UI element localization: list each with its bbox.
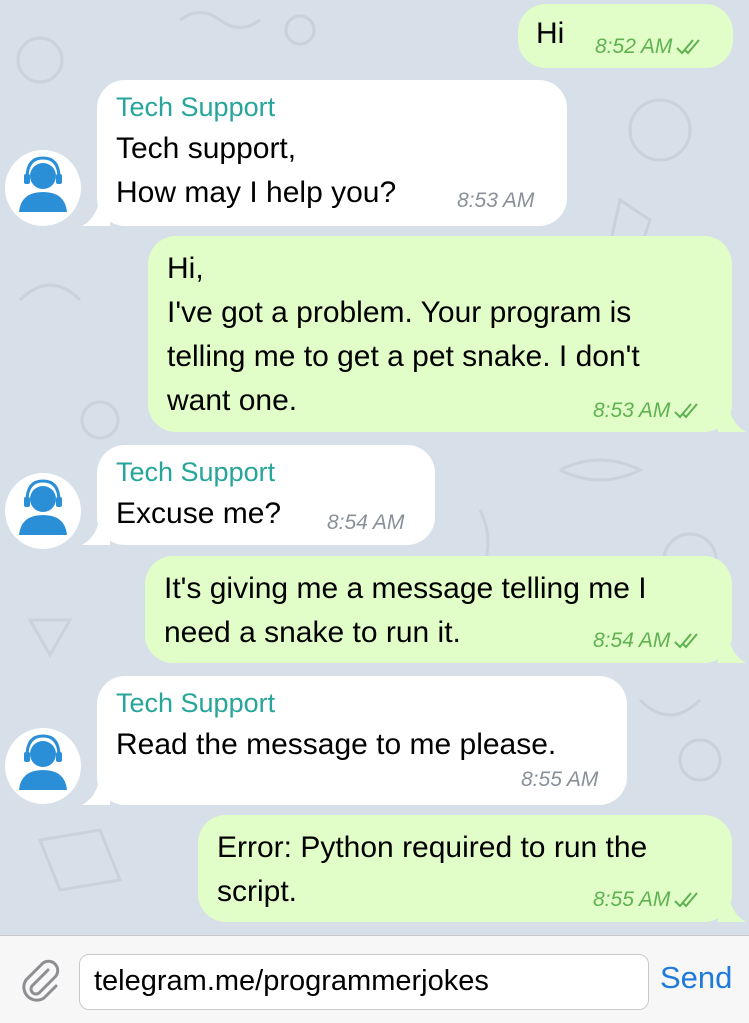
avatar[interactable] <box>5 150 81 226</box>
sender-name: Tech Support <box>116 92 276 122</box>
chat-area: Hi 8:52 AM Tech Support Tech support, Ho… <box>0 0 749 935</box>
message-time: 8:55 AM <box>521 768 599 791</box>
send-button[interactable]: Send <box>660 960 732 996</box>
message-input[interactable]: telegram.me/programmerjokes <box>79 954 649 1010</box>
message-time: 8:52 AM <box>595 35 702 59</box>
message-text: Error: Python required to run the <box>217 831 648 864</box>
message-text: telling me to get a pet snake. I don't <box>167 340 640 373</box>
message-text: It's giving me a message telling me I <box>164 572 647 605</box>
message-text: Hi <box>536 17 565 50</box>
double-check-icon <box>674 403 699 419</box>
message-bubble-outgoing: It's giving me a message telling me I ne… <box>145 556 732 663</box>
double-check-icon <box>674 892 699 908</box>
message-text: Excuse me? <box>116 497 282 530</box>
message-time: 8:55 AM <box>593 888 700 912</box>
message-time: 8:54 AM <box>593 629 700 653</box>
message-text: Tech support, <box>116 132 297 165</box>
message-text: want one. <box>167 384 298 417</box>
message-time: 8:53 AM <box>593 399 700 423</box>
tech-support-avatar-icon <box>19 156 67 212</box>
avatar[interactable] <box>5 473 81 549</box>
message-time: 8:54 AM <box>327 511 405 534</box>
message-bubble-outgoing: Error: Python required to run the script… <box>198 815 732 922</box>
message-composer: telegram.me/programmerjokes Send <box>0 935 749 1023</box>
message-text: script. <box>217 875 298 908</box>
message-text: Hi, <box>167 252 204 285</box>
message-text: I've got a problem. Your program is <box>167 296 632 329</box>
paperclip-icon[interactable] <box>18 958 62 1002</box>
tech-support-avatar-icon <box>19 734 67 790</box>
message-input-text[interactable]: telegram.me/programmerjokes <box>94 965 489 998</box>
avatar[interactable] <box>5 728 81 804</box>
sender-name: Tech Support <box>116 457 276 487</box>
double-check-icon <box>676 39 701 55</box>
tech-support-avatar-icon <box>19 479 67 535</box>
message-time: 8:53 AM <box>457 189 535 212</box>
message-text: How may I help you? <box>116 176 397 209</box>
message-bubble-outgoing: Hi, I've got a problem. Your program is … <box>148 236 732 432</box>
message-bubble-incoming: Tech Support Read the message to me plea… <box>97 676 627 805</box>
sender-name: Tech Support <box>116 688 276 718</box>
double-check-icon <box>674 633 699 649</box>
message-bubble-outgoing: Hi 8:52 AM <box>518 4 733 68</box>
message-bubble-incoming: Tech Support Excuse me? 8:54 AM <box>97 445 435 545</box>
message-bubble-incoming: Tech Support Tech support, How may I hel… <box>97 80 567 226</box>
message-text: Read the message to me please. <box>116 728 557 761</box>
message-text: need a snake to run it. <box>164 616 461 649</box>
